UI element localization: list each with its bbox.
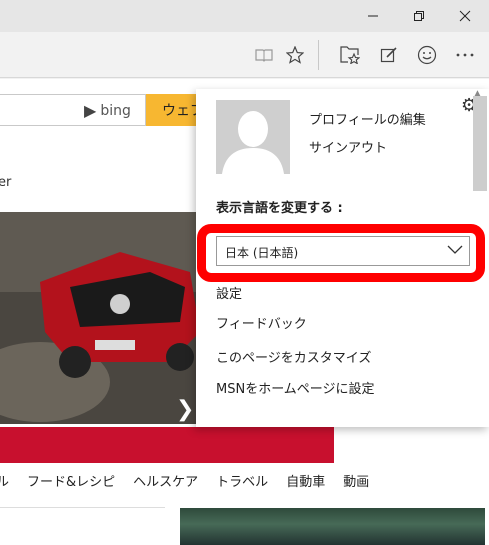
favorite-button[interactable] [280,40,310,70]
aurora-image[interactable] [180,508,485,545]
web-note-button[interactable] [374,40,404,70]
favorites-hub-button[interactable] [335,40,365,70]
favorite-star-icon [286,46,304,64]
category-item[interactable]: ル [0,471,9,490]
category-item[interactable]: 自動車 [286,471,325,490]
nav-fragment[interactable]: er [0,175,11,190]
language-heading: 表示言語を変更する : [216,201,343,216]
bing-icon: ▶ [84,101,97,120]
minimize-icon [368,15,378,17]
next-slide-icon[interactable]: ❯ [176,397,194,422]
settings-link[interactable]: 設定 [216,283,242,302]
category-item[interactable]: フード&レシピ [27,471,115,490]
bing-logo: ▶ bing [84,101,131,120]
category-item[interactable]: ヘルスケア [133,471,198,490]
profile-edit-link[interactable]: プロフィールの編集 [309,109,426,128]
bing-label: bing [100,102,131,119]
customize-page-link[interactable]: このページをカスタマイズ [216,347,371,366]
close-button[interactable] [442,0,488,32]
set-homepage-link[interactable]: MSNをホームページに設定 [216,378,375,397]
scrollbar-thumb[interactable] [473,96,487,191]
web-note-icon [380,47,397,63]
close-icon [459,10,471,22]
highlight-frame [197,224,485,282]
minimize-button[interactable] [350,0,396,32]
category-item[interactable]: 動画 [343,471,369,490]
feedback-link[interactable]: フィードバック [216,313,307,332]
reading-view-icon [255,49,273,62]
red-banner [0,427,334,463]
car-photo [0,212,210,424]
toolbar-separator [318,40,319,70]
avatar [216,100,290,174]
feedback-button[interactable] [412,40,442,70]
default-user-icon [216,100,290,174]
reading-view-button[interactable] [249,40,279,70]
category-item[interactable]: トラベル [216,471,268,490]
favorites-hub-icon [340,46,360,64]
more-icon [456,53,474,57]
title-bar [0,0,489,32]
feedback-smiley-icon [417,45,437,65]
hero-image[interactable]: ❯ [0,212,210,424]
restore-icon [414,11,424,21]
restore-button[interactable] [396,0,442,32]
more-button[interactable] [450,40,480,70]
browser-toolbar [0,32,489,78]
category-nav: ル フード&レシピ ヘルスケア トラベル 自動車 動画 [0,471,369,490]
signout-link[interactable]: サインアウト [309,137,387,156]
content-card [0,507,165,545]
